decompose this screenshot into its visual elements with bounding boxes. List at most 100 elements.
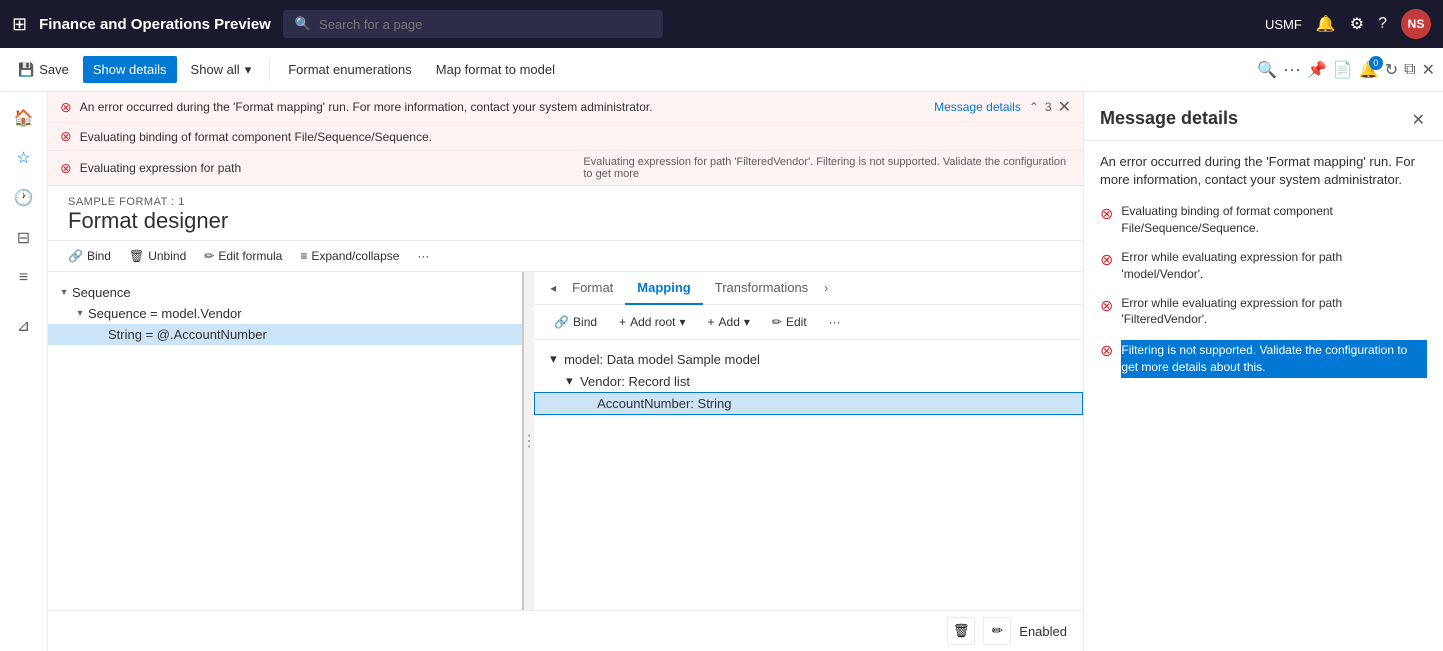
error-text-1: An error occurred during the 'Format map… [80,100,926,114]
bind-button[interactable]: 🔗 Bind [60,245,119,267]
bell-icon[interactable]: 🔔 [1316,14,1336,34]
pane-divider[interactable]: ⋮ [524,272,534,610]
show-all-button[interactable]: Show all ▾ [181,56,262,84]
error-row-2: ⊗ Evaluating binding of format component… [48,123,1083,151]
link-icon: 🔗 [68,249,83,263]
format-enumerations-button[interactable]: Format enumerations [278,56,422,83]
msg-error-icon-4: ⊗ [1100,341,1113,361]
format-tree-pane: ▾ Sequence ▾ Sequence = model.Vendor Str… [48,272,524,610]
message-details-title: Message details [1100,108,1238,129]
avatar[interactable]: NS [1401,9,1431,39]
designer-subtitle: SAMPLE FORMAT : 1 [68,196,1063,208]
open-icon[interactable]: ⧉ [1404,61,1415,79]
error-icon-2: ⊗ [60,128,72,145]
errors-bar: ⊗ An error occurred during the 'Format m… [48,92,1083,186]
msg-error-icon-3: ⊗ [1100,296,1113,316]
pin-icon[interactable]: 📌 [1307,60,1327,80]
tree-item-string-account[interactable]: String = @.AccountNumber [48,324,522,345]
model-tree: ▾ model: Data model Sample model ▾ Vendo… [534,340,1083,610]
doc-icon[interactable]: 📄 [1333,60,1353,80]
error-detail-3: Evaluating expression for path 'Filtered… [583,156,1071,180]
add-root-chevron: ▾ [679,315,685,329]
more-cmd-icon[interactable]: ··· [1283,59,1301,80]
org-label: USMF [1265,17,1302,32]
refresh-icon[interactable]: ↻ [1385,60,1398,80]
tree-arrow-vendor: ▾ [72,308,88,319]
separator [269,58,270,82]
badge-icon: 🔔 0 [1359,60,1379,80]
settings-icon[interactable]: ⚙ [1350,14,1364,34]
model-toolbar: 🔗 Bind + Add root ▾ + Add ▾ [534,305,1083,340]
pencil-icon: ✏ [204,249,214,263]
error-text-2: Evaluating binding of format component F… [80,130,1071,144]
tab-format[interactable]: Format [560,272,625,305]
app-title: Finance and Operations Preview [39,16,271,33]
tree-item-sequence[interactable]: ▾ Sequence [48,282,522,303]
tree-item-sequence-vendor[interactable]: ▾ Sequence = model.Vendor [48,303,522,324]
tab-left-arrow[interactable]: ◂ [550,281,556,295]
more-designer-button[interactable]: ··· [409,245,437,267]
search-input[interactable] [319,17,651,32]
model-item-account[interactable]: AccountNumber: String [534,392,1083,415]
msg-error-text-4: Filtering is not supported. Validate the… [1121,340,1427,378]
map-format-button[interactable]: Map format to model [426,56,565,83]
bottom-bar: 🗑 ✏ Enabled [48,610,1083,651]
delete-status-button[interactable]: 🗑 [947,617,975,645]
save-button[interactable]: 💾 Save [8,56,79,84]
msg-error-3: ⊗ Error while evaluating expression for … [1100,295,1427,329]
message-intro: An error occurred during the 'Format map… [1100,153,1427,189]
model-bind-button[interactable]: 🔗 Bind [546,311,605,333]
sidebar-item-star[interactable]: ☆ [6,140,42,176]
model-item-root[interactable]: ▾ model: Data model Sample model [534,348,1083,370]
sidebar-item-clock[interactable]: 🕐 [6,180,42,216]
expand-collapse-button[interactable]: ≡ Expand/collapse [292,245,407,267]
add-root-button[interactable]: + Add root ▾ [611,311,693,333]
show-all-chevron-icon: ▾ [245,62,252,78]
save-icon: 💾 [18,62,34,78]
edit-status-button[interactable]: ✏ [983,617,1011,645]
model-more-button[interactable]: ··· [821,311,849,333]
designer-title: Format designer [68,208,1063,234]
tab-mapping[interactable]: Mapping [625,272,702,305]
message-details-close[interactable]: ✕ [1410,108,1427,132]
model-vendor-arrow: ▾ [566,373,580,389]
status-label: Enabled [1019,624,1067,639]
show-details-button[interactable]: Show details [83,56,177,83]
tab-transformations[interactable]: Transformations [703,272,820,305]
close-cmd-icon[interactable]: ✕ [1422,60,1435,80]
designer-toolbar: 🔗 Bind 🗑 Unbind ✏ Edit formula ≡ Expand/… [48,241,1083,272]
message-details-link[interactable]: Message details [934,100,1021,114]
msg-error-4: ⊗ Filtering is not supported. Validate t… [1100,340,1427,378]
error-close-icon[interactable]: ✕ [1058,97,1071,117]
error-row-1: ⊗ An error occurred during the 'Format m… [48,92,1083,123]
tab-right-arrow[interactable]: › [824,281,828,295]
edit-formula-button[interactable]: ✏ Edit formula [196,245,290,267]
right-pane-tabs: ◂ Format Mapping Transformations › [534,272,1083,305]
sidebar-item-list[interactable]: ≡ [6,260,42,296]
msg-error-text-3: Error while evaluating expression for pa… [1121,295,1427,329]
add-button[interactable]: + Add ▾ [700,311,758,333]
model-item-vendor[interactable]: ▾ Vendor: Record list [534,370,1083,392]
edit-button[interactable]: ✏ Edit [764,311,815,333]
sidebar-item-table[interactable]: ⊟ [6,220,42,256]
msg-error-icon-1: ⊗ [1100,204,1113,224]
search-cmd-icon[interactable]: 🔍 [1257,60,1277,80]
unbind-button[interactable]: 🗑 Unbind [121,245,194,267]
msg-error-2: ⊗ Error while evaluating expression for … [1100,249,1427,283]
sidebar-item-home[interactable]: 🏠 [6,100,42,136]
grid-menu-icon[interactable]: ⊞ [12,14,27,35]
expand-icon: ≡ [300,249,307,263]
search-bar[interactable]: 🔍 [283,10,663,38]
msg-error-text-2: Error while evaluating expression for pa… [1121,249,1427,283]
right-pane: ◂ Format Mapping Transformations › 🔗 Bin… [534,272,1083,610]
edit-icon: ✏ [772,315,782,329]
help-icon[interactable]: ? [1378,15,1387,33]
model-root-arrow: ▾ [550,351,564,367]
error-icon-1: ⊗ [60,99,72,116]
sidebar-item-filter[interactable]: ⊿ [6,308,42,344]
error-nav-icons: ⌃ 3 ✕ [1029,97,1071,117]
tree-arrow-sequence: ▾ [56,287,72,298]
designer-header: SAMPLE FORMAT : 1 Format designer [48,186,1083,241]
search-icon: 🔍 [295,16,311,32]
unlink-icon: 🗑 [129,249,144,263]
